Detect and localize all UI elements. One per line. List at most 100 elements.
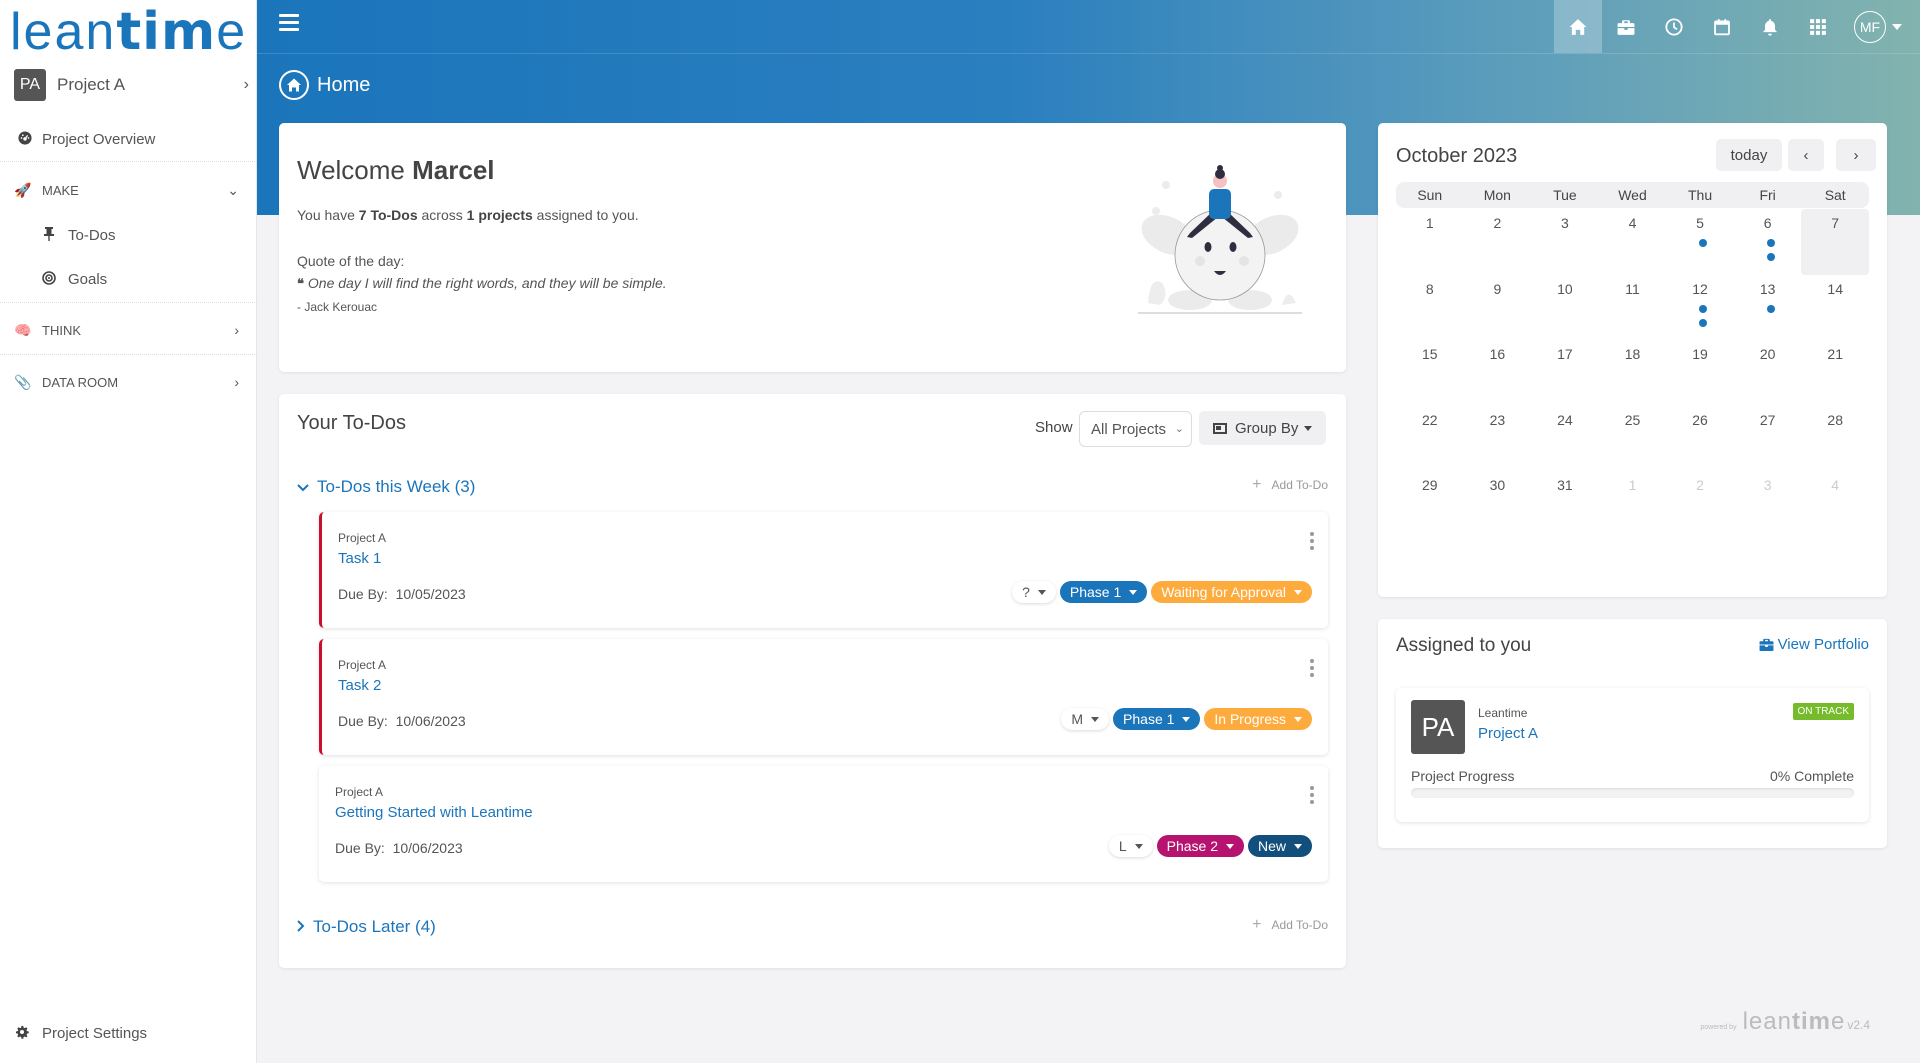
menu-toggle-button[interactable] [279,14,299,32]
project-name: Project A [57,75,126,94]
event-dot[interactable] [1699,239,1708,247]
calendar-day[interactable]: 27 [1734,406,1802,472]
nav-calendar-button[interactable] [1698,0,1746,53]
calendar-day[interactable]: 9 [1464,275,1532,341]
day-number: 14 [1827,280,1843,297]
calendar-day[interactable]: 13 [1734,275,1802,341]
milestone-dropdown[interactable]: Phase 1 [1113,708,1201,730]
calendar-day[interactable]: 1 [1396,209,1464,275]
status-dropdown[interactable]: Waiting for Approval [1151,581,1312,603]
nav-apps-button[interactable] [1794,0,1842,53]
calendar-day[interactable]: 29 [1396,471,1464,537]
todo-title-link[interactable]: Task 1 [338,550,381,567]
user-menu-caret-icon[interactable] [1892,23,1902,30]
sidebar-section-think[interactable]: 🧠 THINK › [12,320,269,340]
calendar-day[interactable]: 21 [1801,340,1869,406]
project-name-link[interactable]: Project A [1478,725,1538,742]
nav-home-button[interactable] [1554,0,1602,53]
nav-notifications-button[interactable] [1746,0,1794,53]
calendar-day[interactable]: 3 [1531,209,1599,275]
calendar-day[interactable]: 25 [1599,406,1667,472]
calendar-day[interactable]: 28 [1801,406,1869,472]
calendar-day[interactable]: 15 [1396,340,1464,406]
divider [0,302,257,303]
calendar-day[interactable]: 11 [1599,275,1667,341]
calendar-day[interactable]: 4 [1599,209,1667,275]
calendar-today-button[interactable]: today [1716,139,1782,171]
todo-title-link[interactable]: Getting Started with Leantime [335,804,533,821]
calendar-next-button[interactable]: › [1836,139,1876,171]
user-name: Marcel [412,155,495,185]
event-dot[interactable] [1766,239,1775,247]
project-avatar: PA [14,69,46,101]
project-filter-select[interactable]: All Projects ⌄ [1079,411,1192,447]
calendar-day[interactable]: 16 [1464,340,1532,406]
event-dot[interactable] [1699,304,1708,313]
project-switcher[interactable]: PA Project A › [14,69,249,101]
group-label: To-Dos this Week (3) [317,477,476,496]
group-by-button[interactable]: Group By [1199,411,1326,445]
sidebar-item-goals[interactable]: Goals [42,269,299,289]
calendar-day[interactable]: 20 [1734,340,1802,406]
sidebar-item-project-settings[interactable]: Project Settings [14,1023,271,1043]
status-dropdown[interactable]: In Progress [1204,708,1312,730]
effort-dropdown[interactable]: L [1108,835,1153,857]
todo-title-link[interactable]: Task 2 [338,677,381,694]
milestone-dropdown[interactable]: Phase 2 [1156,835,1244,857]
group-this-week-toggle[interactable]: To-Dos this Week (3) [297,477,475,497]
calendar-day[interactable]: 5 [1666,209,1734,275]
calendar-day[interactable]: 18 [1599,340,1667,406]
calendar-day[interactable]: 31 [1531,471,1599,537]
event-dot[interactable] [1699,318,1708,327]
calendar-day[interactable]: 10 [1531,275,1599,341]
calendar-day[interactable]: 8 [1396,275,1464,341]
add-todo-button[interactable]: + Add To-Do [1252,476,1328,494]
todo-project: Project A [335,785,384,799]
sidebar-item-todos[interactable]: To-Dos [42,225,299,245]
event-dot[interactable] [1766,304,1775,313]
day-number: 2 [1696,477,1704,494]
calendar-prev-button[interactable]: ‹ [1788,139,1824,171]
weekday-label: Sun [1417,187,1443,203]
calendar-day[interactable]: 23 [1464,406,1532,472]
calendar-day[interactable]: 14 [1801,275,1869,341]
nav-timesheets-button[interactable] [1650,0,1698,53]
status-dropdown[interactable]: New [1247,835,1312,857]
calendar-day[interactable]: 2 [1464,209,1532,275]
nav-portfolio-button[interactable] [1602,0,1650,53]
event-dots [1766,239,1775,267]
calendar-day[interactable]: 19 [1666,340,1734,406]
calendar-day[interactable]: 4 [1801,471,1869,537]
more-options-icon[interactable] [1310,659,1314,680]
sidebar-item-label: Goals [68,270,108,288]
more-options-icon[interactable] [1310,786,1314,807]
user-avatar[interactable]: MF [1854,10,1886,43]
calendar-day[interactable]: 2 [1666,471,1734,537]
calendar-day[interactable]: 30 [1464,471,1532,537]
rocket-icon: 🚀 [14,181,32,198]
event-dot[interactable] [1766,253,1775,261]
calendar-day[interactable]: 6 [1734,209,1802,275]
calendar-day-today[interactable]: 7 [1801,209,1869,275]
calendar-day[interactable]: 1 [1599,471,1667,537]
day-number: 26 [1692,411,1708,428]
sidebar-section-make[interactable]: 🚀 MAKE ⌄ [12,180,269,200]
leantime-logo[interactable]: leantime [10,2,247,62]
calendar-day[interactable]: 26 [1666,406,1734,472]
calendar-day[interactable]: 22 [1396,406,1464,472]
calendar-day[interactable]: 24 [1531,406,1599,472]
milestone-dropdown[interactable]: Phase 1 [1059,581,1148,603]
event-dots [1699,304,1708,333]
group-later-toggle[interactable]: To-Dos Later (4) [297,917,436,937]
more-options-icon[interactable] [1310,532,1314,553]
effort-dropdown[interactable]: M [1061,708,1110,730]
page-title: Home [279,70,370,100]
calendar-day[interactable]: 12 [1666,275,1734,341]
view-portfolio-link[interactable]: View Portfolio [1759,636,1869,653]
sidebar-item-project-overview[interactable]: Project Overview [14,129,271,149]
add-todo-button[interactable]: + Add To-Do [1252,916,1328,934]
calendar-day[interactable]: 17 [1531,340,1599,406]
calendar-day[interactable]: 3 [1734,471,1802,537]
effort-dropdown[interactable]: ? [1012,581,1056,603]
sidebar-section-data-room[interactable]: 📎 DATA ROOM › [12,372,269,392]
